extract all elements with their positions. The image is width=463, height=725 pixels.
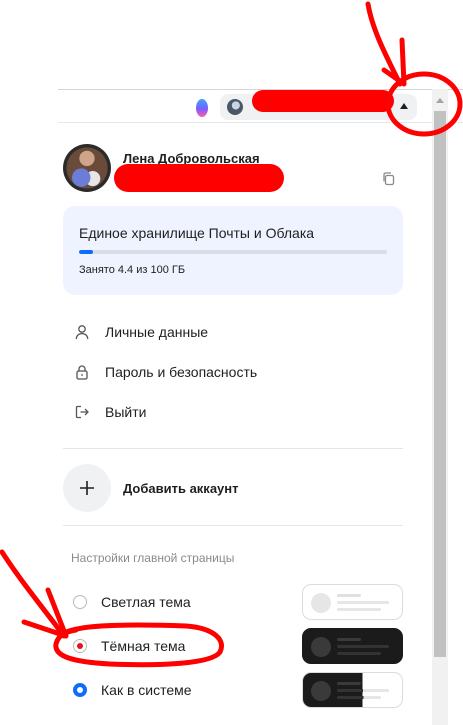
scroll-up-arrow-icon[interactable] — [432, 93, 448, 107]
lock-icon — [73, 363, 91, 381]
assistant-orb-icon[interactable] — [196, 99, 208, 117]
radio-light[interactable] — [73, 595, 87, 609]
menu-item-label: Пароль и безопасность — [105, 364, 258, 380]
scrollbar-thumb[interactable] — [434, 111, 446, 657]
copy-icon[interactable] — [381, 171, 397, 187]
redaction-mark — [114, 164, 284, 192]
theme-label: Светлая тема — [101, 594, 191, 610]
avatar — [63, 144, 111, 192]
theme-preview-system[interactable] — [302, 672, 403, 708]
storage-progress-fill — [79, 250, 93, 254]
storage-progress-bar — [79, 250, 387, 254]
menu-item-logout[interactable]: Выйти — [63, 397, 403, 427]
theme-label: Тёмная тема — [101, 638, 186, 654]
logout-icon — [73, 403, 91, 421]
account-popup-screen: Лена Добровольская Единое хранилище Почт… — [0, 0, 463, 725]
caret-up-icon — [400, 103, 408, 109]
theme-preview-light[interactable] — [302, 584, 403, 620]
menu-item-personal-data[interactable]: Личные данные — [63, 317, 403, 347]
storage-title: Единое хранилище Почты и Облака — [79, 225, 315, 241]
menu-item-label: Выйти — [105, 404, 147, 420]
menu-item-password-security[interactable]: Пароль и безопасность — [63, 357, 403, 387]
theme-label: Как в системе — [101, 682, 192, 698]
mini-avatar — [227, 99, 243, 115]
add-account-label: Добавить аккаунт — [123, 480, 239, 496]
storage-used-text: Занято 4.4 из 100 ГБ — [79, 264, 186, 276]
radio-dark[interactable] — [73, 639, 87, 653]
menu-item-label: Личные данные — [105, 324, 209, 340]
radio-system[interactable] — [73, 683, 87, 697]
divider — [63, 448, 403, 449]
plus-icon — [63, 464, 111, 512]
storage-card[interactable]: Единое хранилище Почты и Облака Занято 4… — [63, 206, 403, 295]
theme-preview-dark[interactable] — [302, 628, 403, 664]
divider — [63, 525, 403, 526]
section-title: Настройки главной страницы — [71, 551, 235, 565]
person-icon — [73, 323, 91, 341]
add-account-button[interactable]: Добавить аккаунт — [63, 464, 403, 512]
redaction-mark — [252, 90, 394, 112]
